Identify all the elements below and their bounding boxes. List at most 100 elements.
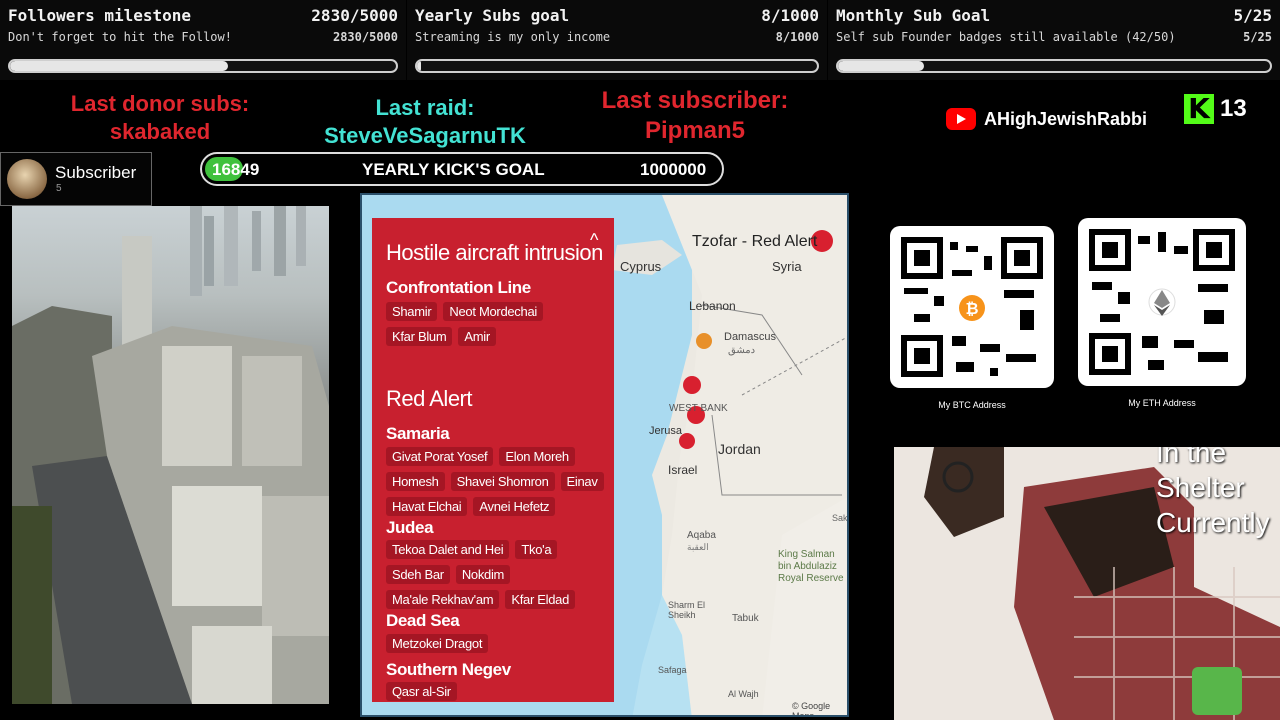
- goal-progress-track: [836, 59, 1272, 73]
- last-subscriber-title: Last subscriber:: [601, 87, 789, 114]
- kick-goal-title: YEARLY KICK'S GOAL: [362, 160, 545, 179]
- southern-negev-places: Qasr al-Sir: [386, 682, 606, 701]
- last-donor-label: Last donor subs: skabaked: [40, 90, 280, 146]
- city-video: [12, 206, 329, 704]
- goal-progress-fill: [10, 61, 229, 71]
- subscriber-label: Subscriber: [55, 163, 137, 182]
- place-chip: Havat Elchai: [386, 497, 468, 516]
- place-chip: Homesh: [386, 472, 445, 491]
- map-label-tabuk: Tabuk: [732, 613, 759, 624]
- judea-places: Tekoa Dalet and Hei Tko'a Sdeh Bar Nokdi…: [386, 540, 606, 609]
- kick-logo-icon: K: [1184, 94, 1214, 124]
- place-chip: Tekoa Dalet and Hei: [386, 540, 510, 559]
- goal-progress-fill: [417, 61, 421, 71]
- place-chip: Amir: [458, 327, 496, 346]
- btc-address-label: My BTC Address: [938, 400, 1006, 410]
- monthly-sub-goal: Monthly Sub Goal 5/25 Self sub Founder b…: [828, 0, 1280, 80]
- place-chip: Einav: [560, 472, 604, 491]
- goal-count-secondary: 8/1000: [775, 30, 819, 44]
- alert-section-title: Confrontation Line: [386, 278, 531, 297]
- goal-title: Followers milestone: [8, 6, 192, 25]
- map-label-jerusalem: Jerusa: [649, 425, 683, 437]
- place-chip: Shamir: [386, 302, 438, 321]
- map-label-damascus: Damascus: [724, 331, 776, 343]
- group-title: Southern Negev: [386, 660, 511, 679]
- place-chip: Elon Moreh: [499, 447, 575, 466]
- qr-pattern: [1089, 229, 1235, 375]
- place-chip: Tko'a: [515, 540, 558, 559]
- followers-goal: Followers milestone 2830/5000 Don't forg…: [0, 0, 406, 80]
- last-subscriber-label: Last subscriber: Pipman5: [570, 86, 820, 146]
- goal-progress-fill: [838, 61, 925, 71]
- last-raid-name: SteveVeSagarnuTK: [324, 123, 526, 148]
- map-label-damascus-ar: دمشق: [728, 345, 756, 356]
- place-chip: Nokdim: [455, 565, 511, 584]
- map-label-sakaka: Sakak: [832, 513, 848, 523]
- last-donor-title: Last donor subs:: [70, 91, 250, 116]
- goal-count: 8/1000: [761, 6, 819, 25]
- place-chip: Metzokei Dragot: [386, 634, 489, 653]
- chevron-up-icon[interactable]: ^: [590, 230, 598, 251]
- btc-qr-code: ₿: [890, 226, 1054, 388]
- map-label-jordan: Jordan: [718, 441, 761, 457]
- place-chip: Ma'ale Rekhav'am: [386, 590, 500, 609]
- last-donor-name: skabaked: [109, 119, 211, 144]
- goal-progress-track: [8, 59, 398, 73]
- alert-title: Hostile aircraft intrusion: [386, 240, 603, 265]
- yearly-kick-goal-bar: 16849 YEARLY KICK'S GOAL 1000000: [200, 152, 724, 186]
- goal-progress-track: [415, 59, 819, 73]
- youtube-icon: [946, 108, 976, 130]
- alert-panel: Hostile aircraft intrusion ^ Confrontati…: [372, 218, 614, 702]
- goal-title: Monthly Sub Goal: [836, 6, 991, 25]
- group-title: Dead Sea: [386, 611, 460, 630]
- subscriber-count: 5: [56, 183, 62, 194]
- shelter-status-text: In the Shelter Currently: [1156, 447, 1270, 538]
- map-label-israel: Israel: [668, 463, 698, 477]
- svg-text:₿: ₿: [965, 299, 978, 318]
- place-chip: Kfar Eldad: [505, 590, 576, 609]
- map-label-lebanon: Lebanon: [689, 299, 736, 313]
- kick-goal-target: 1000000: [640, 160, 707, 179]
- map-label-westbank: WEST BANK: [669, 403, 728, 414]
- last-raid-label: Last raid: SteveVeSagarnuTK: [300, 94, 550, 150]
- samaria-places: Givat Porat Yosef Elon Moreh Homesh Shav…: [386, 447, 606, 516]
- kick-viewer-count: 13: [1220, 95, 1247, 122]
- map-attribution: © Google Maps: [792, 701, 831, 717]
- goal-subtitle: Self sub Founder badges still available …: [836, 30, 1176, 44]
- place-chip: Givat Porat Yosef: [386, 447, 494, 466]
- goal-title: Yearly Subs goal: [415, 6, 570, 25]
- map-label-safaga: Safaga: [658, 665, 687, 675]
- goal-count: 5/25: [1233, 6, 1272, 25]
- map-label-syria: Syria: [772, 259, 802, 274]
- avatar: [7, 159, 47, 199]
- goal-count: 2830/5000: [311, 6, 398, 25]
- map-header: Tzofar - Red Alert: [692, 233, 818, 250]
- place-chip: Sdeh Bar: [386, 565, 450, 584]
- last-raid-title: Last raid:: [375, 95, 475, 120]
- confrontation-line-places: Shamir Neot Mordechai Kfar Blum Amir: [386, 302, 606, 346]
- plant-pot-icon: [1192, 667, 1242, 715]
- last-subscriber-name: Pipman5: [644, 117, 746, 144]
- place-chip: Avnei Hefetz: [473, 497, 556, 516]
- place-chip: Shavei Shomron: [450, 472, 555, 491]
- group-title: Samaria: [386, 424, 450, 443]
- goal-subtitle: Streaming is my only income: [415, 30, 611, 44]
- place-chip: Qasr al-Sir: [386, 682, 457, 701]
- map-label-sharm: Sharm El Sheikh: [668, 600, 706, 620]
- map-label-aqaba: Aqaba: [687, 530, 716, 541]
- qr-pattern: ₿: [901, 237, 1043, 377]
- youtube-channel: AHighJewishRabbi: [946, 108, 1147, 130]
- goal-subtitle: Don't forget to hit the Follow!: [8, 30, 232, 44]
- map-label-alwajh: Al Wajh: [728, 689, 759, 699]
- kick-goal-current: 16849: [212, 160, 260, 179]
- yearly-subs-goal: Yearly Subs goal 8/1000 Streaming is my …: [407, 0, 827, 80]
- youtube-channel-name: AHighJewishRabbi: [984, 108, 1148, 129]
- map-label-kingsalman: King Salman bin Abdulaziz Royal Reserve: [778, 549, 844, 584]
- eth-address-label: My ETH Address: [1128, 398, 1196, 408]
- map-label-aqaba-ar: العقبة: [687, 542, 709, 552]
- goal-count-secondary: 5/25: [1243, 30, 1272, 44]
- dead-sea-places: Metzokei Dragot: [386, 634, 606, 653]
- place-chip: Kfar Blum: [386, 327, 453, 346]
- kick-viewers: K 13: [1184, 94, 1247, 124]
- eth-qr-code: [1078, 218, 1246, 386]
